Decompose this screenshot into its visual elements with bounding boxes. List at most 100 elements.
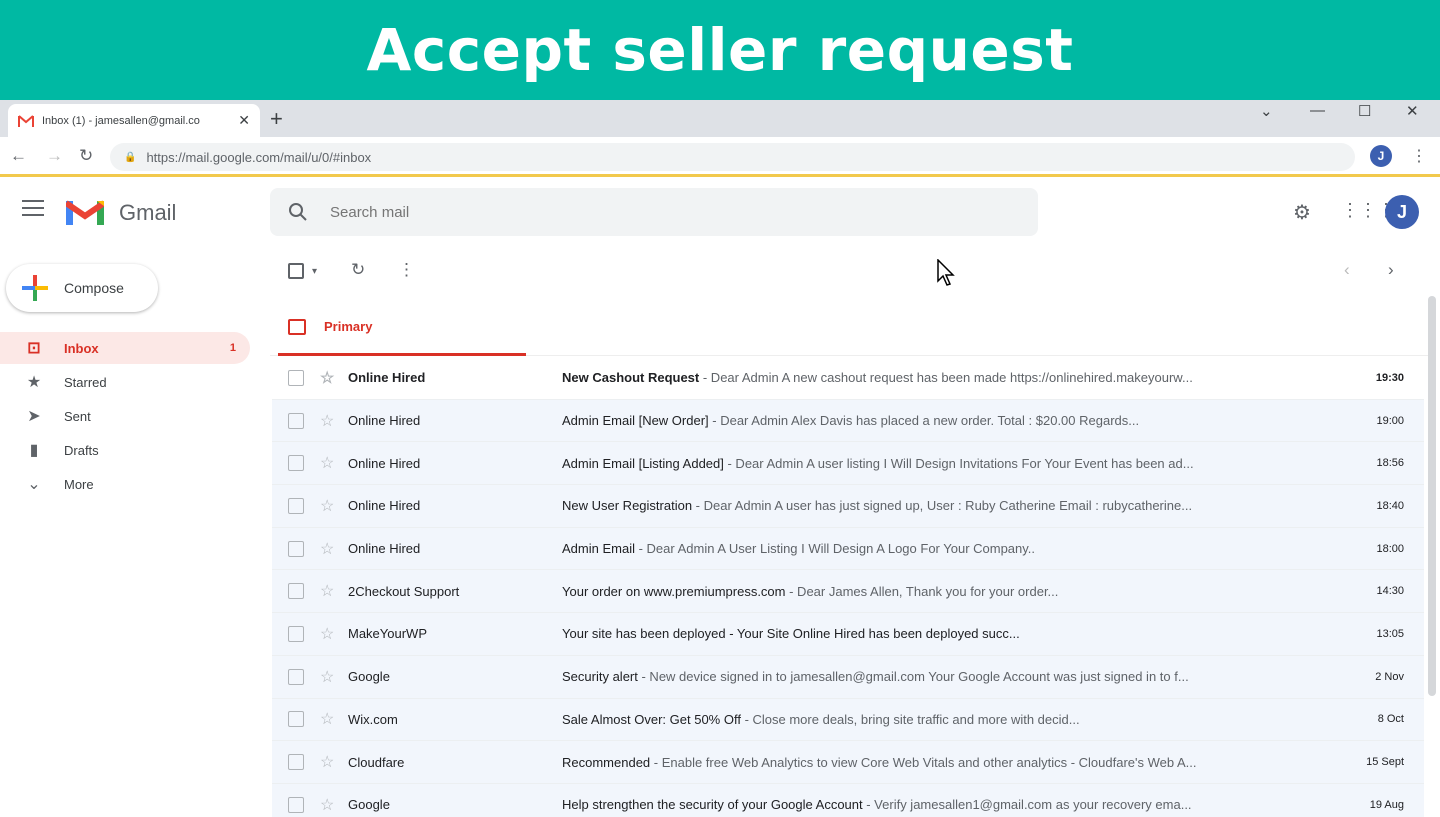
email-date: 18:00 — [1376, 542, 1404, 555]
row-checkbox[interactable] — [288, 796, 304, 813]
email-subject-line: New Cashout Request - Dear Admin A new c… — [562, 370, 1334, 385]
email-snippet: - Enable free Web Analytics to view Core… — [650, 754, 1197, 770]
email-subject: Recommended — [562, 754, 651, 770]
email-row[interactable]: ☆ Google Security alert - New device signe… — [272, 655, 1424, 699]
row-checkbox[interactable] — [288, 497, 304, 514]
more-actions-icon[interactable]: ⋮ — [398, 260, 415, 280]
search-icon[interactable] — [288, 202, 308, 222]
sidebar-item-label: Drafts — [64, 442, 99, 458]
forward-icon[interactable]: → — [46, 146, 63, 166]
row-checkbox[interactable] — [288, 412, 304, 429]
sidebar-item-sent[interactable]: ➤ Sent — [0, 400, 250, 432]
star-icon[interactable]: ☆ — [320, 709, 340, 729]
email-row[interactable]: ☆ Online Hired Admin Email [Listing Added]… — [272, 442, 1424, 486]
back-icon[interactable]: ← — [10, 146, 27, 166]
email-date: 19 Aug — [1369, 798, 1404, 811]
star-icon[interactable]: ☆ — [320, 539, 340, 559]
scrollbar[interactable] — [1428, 296, 1436, 696]
search-input[interactable] — [330, 203, 930, 221]
email-row[interactable]: ☆ Online Hired Admin Email - Dear Admin A … — [272, 527, 1424, 571]
main-menu-icon[interactable] — [22, 200, 44, 221]
row-checkbox[interactable] — [288, 583, 304, 600]
email-subject-line: Recommended - Enable free Web Analytics … — [562, 755, 1334, 770]
inbox-count: 1 — [229, 342, 236, 354]
row-checkbox[interactable] — [288, 754, 304, 771]
email-sender: 2Checkout Support — [348, 583, 460, 599]
close-tab-icon[interactable]: ✕ — [238, 112, 250, 129]
mouse-cursor-icon — [937, 259, 955, 286]
row-checkbox[interactable] — [288, 625, 304, 642]
star-icon[interactable]: ☆ — [320, 411, 340, 431]
browser-tab[interactable]: Inbox (1) - jamesallen@gmail.co ✕ — [8, 104, 260, 137]
close-window-icon[interactable]: ✕ — [1406, 102, 1419, 120]
title-banner: Accept seller request — [0, 0, 1440, 100]
row-checkbox[interactable] — [288, 540, 304, 557]
tab-search-icon[interactable]: ⌄ — [1260, 102, 1273, 120]
email-snippet: - Close more deals, bring site traffic a… — [740, 711, 1080, 727]
star-icon[interactable]: ☆ — [320, 496, 340, 516]
chevron-down-icon: ⌄ — [27, 476, 41, 493]
email-sender: Online Hired — [348, 413, 421, 429]
email-row[interactable]: ☆ Online Hired New Cashout Request - Dear … — [272, 357, 1424, 400]
newer-page-icon[interactable]: ‹ — [1344, 260, 1350, 280]
sidebar: Compose ⊡ Inbox 1 ★ Starred ➤ Sent ▮ Dra… — [0, 244, 260, 810]
reload-icon[interactable]: ↻ — [79, 146, 93, 166]
sidebar-item-inbox[interactable]: ⊡ Inbox 1 — [0, 332, 250, 364]
email-row[interactable]: ☆ Online Hired New User Registration - Dea… — [272, 485, 1424, 528]
email-date: 8 Oct — [1377, 713, 1404, 726]
row-checkbox[interactable] — [288, 711, 304, 728]
email-row[interactable]: ☆ Google Help strengthen the security of y… — [272, 783, 1424, 817]
maximize-icon[interactable]: ☐ — [1358, 102, 1371, 120]
search-bar[interactable] — [270, 188, 1038, 236]
email-subject: Admin Email — [562, 541, 635, 557]
row-checkbox[interactable] — [288, 369, 304, 386]
settings-gear-icon[interactable]: ⚙ — [1293, 200, 1311, 225]
email-row[interactable]: ☆ Wix.com Sale Almost Over: Get 50% Off - … — [272, 698, 1424, 742]
sidebar-item-label: More — [64, 476, 94, 492]
star-icon[interactable]: ☆ — [320, 667, 340, 687]
email-snippet: - Dear Admin A user listing I Will Desig… — [723, 455, 1194, 471]
row-checkbox[interactable] — [288, 668, 304, 685]
sidebar-item-label: Starred — [64, 374, 107, 390]
star-icon[interactable]: ☆ — [320, 752, 340, 772]
select-all-checkbox[interactable] — [288, 263, 304, 284]
new-tab-button[interactable]: + — [270, 106, 283, 132]
refresh-icon[interactable]: ↻ — [351, 260, 365, 280]
sidebar-item-more[interactable]: ⌄ More — [0, 468, 250, 500]
sidebar-item-starred[interactable]: ★ Starred — [0, 366, 250, 398]
email-row[interactable]: ☆ 2Checkout Support Your order on www.prem… — [272, 570, 1424, 614]
tab-primary[interactable]: Primary — [278, 300, 526, 356]
url-field[interactable]: 🔒 https://mail.google.com/mail/u/0/#inbo… — [110, 143, 1355, 171]
star-icon[interactable]: ☆ — [320, 453, 340, 473]
email-subject-line: Your site has been deployed - Your Site … — [562, 626, 1334, 641]
email-subject: New User Registration — [562, 498, 693, 514]
email-date: 14:30 — [1376, 585, 1404, 598]
tab-primary-label: Primary — [324, 319, 373, 334]
older-page-icon[interactable]: › — [1388, 260, 1394, 280]
star-icon[interactable]: ☆ — [320, 624, 340, 644]
gmail-header: Gmail ⚙ ⋮⋮⋮ J — [0, 180, 1440, 244]
email-sender: Online Hired — [348, 541, 421, 557]
email-subject: Sale Almost Over: Get 50% Off — [562, 711, 741, 727]
email-row[interactable]: ☆ Cloudfare Recommended - Enable free Web … — [272, 741, 1424, 784]
gmail-brand: Gmail — [119, 200, 177, 225]
star-icon[interactable]: ☆ — [320, 795, 340, 815]
browser-profile-avatar[interactable]: J — [1370, 145, 1392, 167]
star-icon[interactable]: ☆ — [320, 368, 340, 388]
minimize-icon[interactable]: — — [1310, 102, 1325, 119]
select-dropdown-icon[interactable]: ▾ — [312, 266, 317, 277]
email-subject-line: Sale Almost Over: Get 50% Off - Close mo… — [562, 712, 1334, 727]
browser-menu-icon[interactable]: ⋮ — [1411, 146, 1427, 166]
email-row[interactable]: ☆ MakeYourWP Your site has been deployed -… — [272, 613, 1424, 656]
url-text: https://mail.google.com/mail/u/0/#inbox — [146, 149, 372, 165]
email-subject-line: Your order on www.premiumpress.com - Dea… — [562, 584, 1334, 599]
star-icon[interactable]: ☆ — [320, 581, 340, 601]
email-row[interactable]: ☆ Online Hired Admin Email [New Order] - D… — [272, 399, 1424, 443]
email-subject: Admin Email [Listing Added] — [562, 455, 724, 471]
sidebar-item-drafts[interactable]: ▮ Drafts — [0, 434, 250, 466]
tab-title: Inbox (1) - jamesallen@gmail.co — [42, 114, 200, 127]
star-icon: ★ — [26, 374, 42, 391]
row-checkbox[interactable] — [288, 455, 304, 472]
account-avatar[interactable]: J — [1385, 195, 1419, 229]
compose-button[interactable]: Compose — [6, 264, 158, 312]
